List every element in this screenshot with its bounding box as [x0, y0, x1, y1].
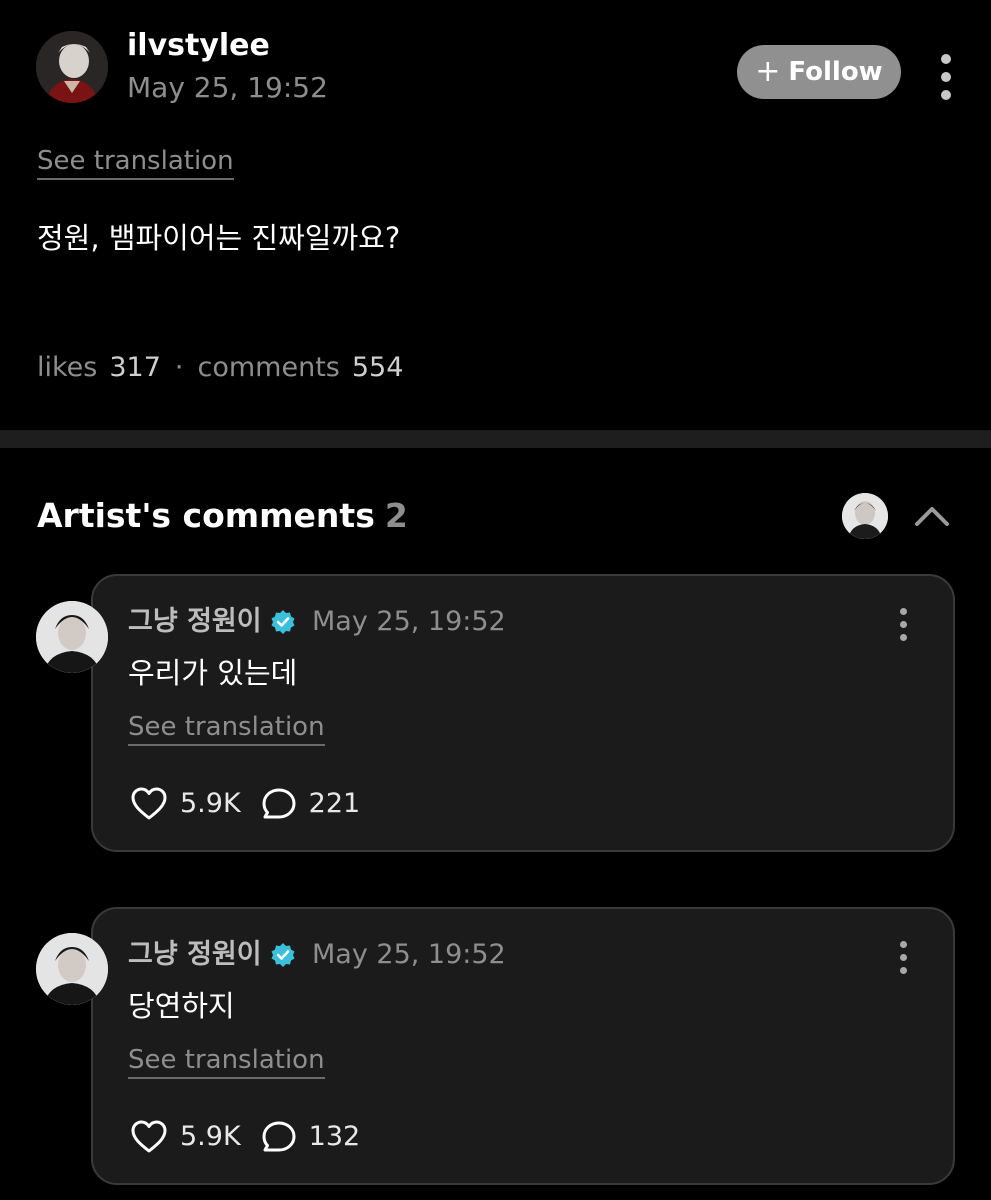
reply-button[interactable]: 132: [261, 1117, 361, 1157]
more-vertical-icon[interactable]: [893, 941, 913, 974]
artist-comment-card: 그냥 정원이 May 25, 19:52 우리가 있는데 See transla…: [91, 574, 955, 852]
post-date: May 25, 19:52: [127, 71, 328, 104]
artist-comments-count: 2: [384, 496, 408, 535]
post-author-avatar[interactable]: [36, 31, 108, 103]
commenter-name[interactable]: 그냥 정원이: [128, 937, 296, 973]
commenter-avatar[interactable]: [36, 601, 108, 673]
comment-text: 당연하지: [128, 989, 235, 1023]
comment-bubble-icon: [262, 1121, 296, 1152]
like-count: 5.9K: [180, 788, 241, 819]
comment-actions: 5.9K 132: [130, 1117, 360, 1157]
artist-avatar-small[interactable]: [842, 493, 888, 539]
commenter-name-label: 그냥 정원이: [128, 606, 262, 637]
chevron-up-icon[interactable]: [912, 498, 952, 534]
post-author-username[interactable]: ilvstylee: [127, 26, 270, 66]
comments-count[interactable]: 554: [352, 351, 404, 385]
comment-bubble-icon: [262, 788, 296, 819]
commenter-name[interactable]: 그냥 정원이: [128, 604, 296, 640]
artist-comments-title: Artist's comments 2: [37, 495, 408, 537]
artist-comment-card: 그냥 정원이 May 25, 19:52 당연하지 See translatio…: [91, 907, 955, 1185]
verified-badge-icon: [271, 943, 295, 967]
heart-icon: [131, 787, 167, 820]
reply-count: 221: [308, 788, 361, 819]
likes-count[interactable]: 317: [109, 351, 161, 385]
comments-label: comments: [197, 352, 340, 383]
comment-date: May 25, 19:52: [312, 606, 506, 637]
like-count: 5.9K: [180, 1121, 241, 1152]
artist-comments-label: Artist's comments: [37, 496, 375, 535]
commenter-avatar[interactable]: [36, 933, 108, 1005]
reply-count: 132: [308, 1121, 361, 1152]
like-button[interactable]: 5.9K: [130, 784, 241, 824]
more-vertical-icon[interactable]: [893, 608, 913, 641]
heart-icon: [131, 1120, 167, 1153]
comment-text: 우리가 있는데: [128, 656, 298, 690]
more-vertical-icon[interactable]: [936, 54, 956, 100]
see-translation-link[interactable]: See translation: [128, 1044, 325, 1079]
section-divider: [0, 430, 991, 448]
plus-icon: +: [755, 54, 781, 89]
post-stats: likes 317 · comments 554: [37, 351, 403, 385]
stats-separator: ·: [174, 352, 184, 383]
like-button[interactable]: 5.9K: [130, 1117, 241, 1157]
likes-label: likes: [37, 352, 98, 383]
comment-actions: 5.9K 221: [130, 784, 360, 824]
comment-date: May 25, 19:52: [312, 939, 506, 970]
follow-button[interactable]: + Follow: [737, 45, 901, 99]
see-translation-link[interactable]: See translation: [128, 711, 325, 746]
post-body-text: 정원, 뱀파이어는 진짜일까요?: [37, 221, 401, 255]
see-translation-link[interactable]: See translation: [37, 145, 234, 180]
follow-button-label: Follow: [788, 57, 883, 87]
verified-badge-icon: [271, 610, 295, 634]
commenter-name-label: 그냥 정원이: [128, 939, 262, 970]
post: ilvstylee May 25, 19:52 + Follow See tra…: [0, 0, 991, 430]
reply-button[interactable]: 221: [261, 784, 361, 824]
